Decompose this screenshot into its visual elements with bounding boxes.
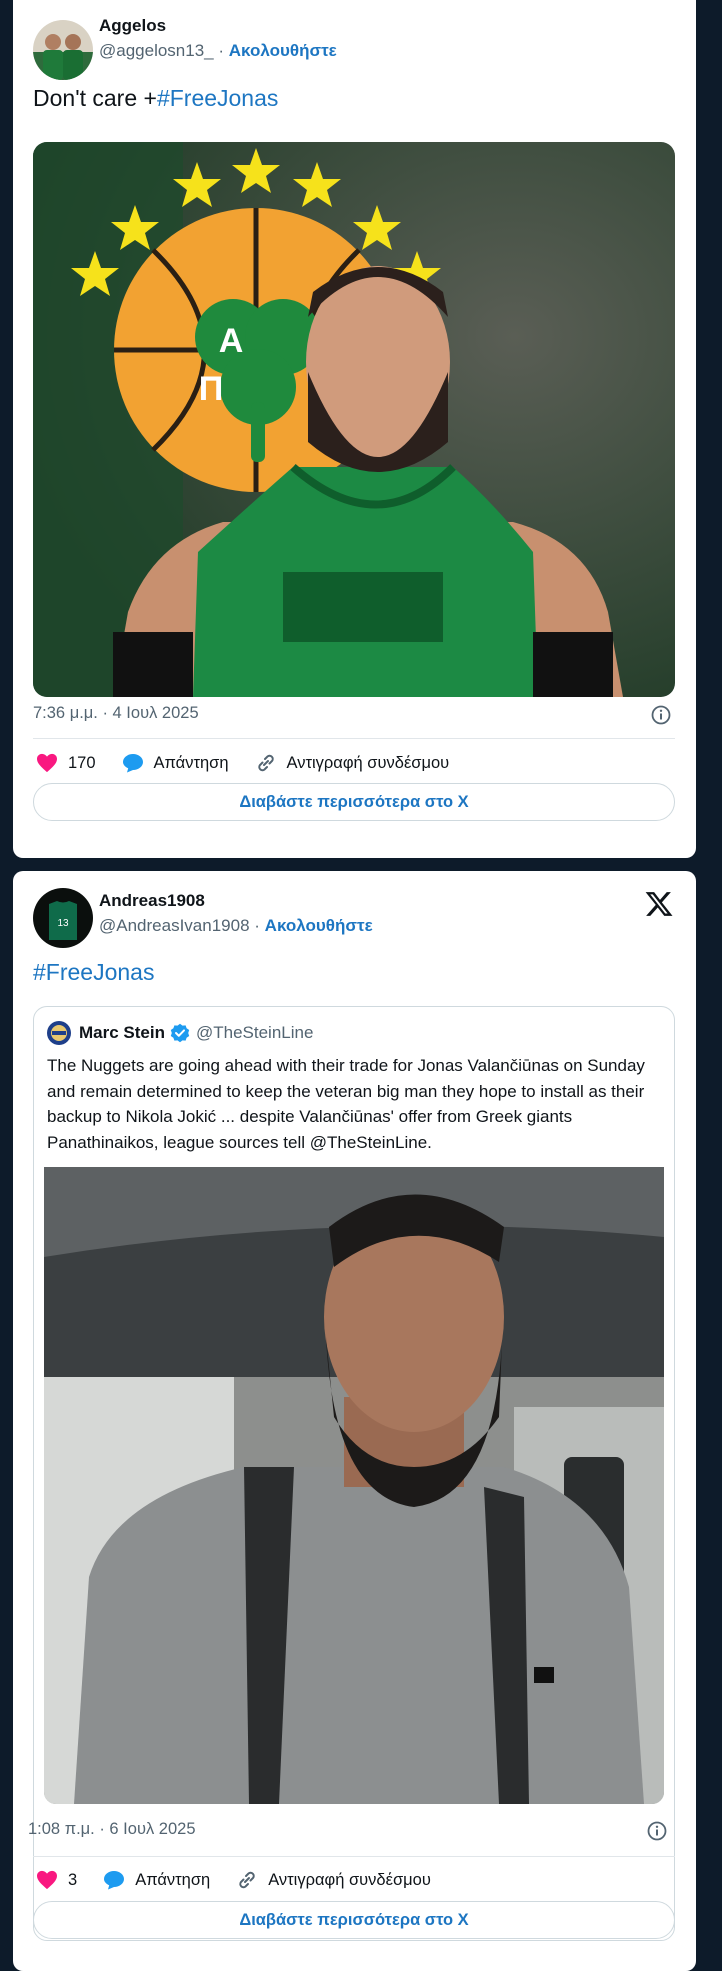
info-icon[interactable] bbox=[647, 1821, 667, 1841]
hashtag-link[interactable]: #FreeJonas bbox=[33, 959, 154, 985]
link-icon bbox=[257, 754, 274, 772]
copy-link-label: Αντιγραφή συνδέσμου bbox=[286, 753, 450, 772]
tweet-timestamp[interactable]: 1:08 π.μ. · 6 Ιουλ 2025 bbox=[28, 1820, 196, 1839]
copy-link-button[interactable]: Αντιγραφή συνδέσμου bbox=[255, 752, 450, 774]
separator-dot: · bbox=[218, 41, 225, 60]
svg-text:13: 13 bbox=[57, 918, 69, 929]
reply-button[interactable]: Απάντηση bbox=[122, 753, 229, 773]
copy-link-label: Αντιγραφή συνδέσμου bbox=[268, 1870, 431, 1889]
separator-dot: · bbox=[254, 916, 260, 935]
read-more-button[interactable]: Διαβάστε περισσότερα στο X bbox=[33, 1901, 675, 1939]
author-name[interactable]: Andreas1908 bbox=[99, 891, 205, 911]
actions-row: 170 Απάντηση Αντιγραφή συνδέσμου bbox=[36, 749, 475, 777]
tweet-card-aggelos: Aggelos @aggelosn13_ · Ακολουθήστε Don't… bbox=[13, 0, 696, 858]
tweet-text-body: Don't care + bbox=[33, 85, 157, 111]
tweet-timestamp[interactable]: 7:36 μ.μ. · 4 Ιουλ 2025 bbox=[33, 704, 199, 723]
divider bbox=[33, 1856, 675, 1857]
reply-button[interactable]: Απάντηση bbox=[103, 1870, 210, 1890]
link-icon bbox=[239, 1871, 255, 1889]
x-logo-icon[interactable] bbox=[644, 889, 674, 919]
quoted-tweet[interactable]: Marc Stein @TheSteinLine The Nuggets are… bbox=[33, 1006, 675, 1941]
reply-bubble-icon bbox=[104, 1871, 125, 1890]
actions-row: 3 Απάντηση Αντιγραφή συνδέσμου bbox=[36, 1866, 457, 1894]
quoted-author-name: Marc Stein bbox=[79, 1023, 165, 1042]
tweet-image[interactable]: Α Π bbox=[33, 142, 675, 697]
author-handle[interactable]: @AndreasIvan1908 bbox=[99, 916, 250, 935]
heart-icon bbox=[37, 1870, 57, 1890]
like-button[interactable]: 170 bbox=[36, 753, 96, 773]
like-count: 170 bbox=[68, 753, 96, 772]
quoted-image[interactable] bbox=[44, 1167, 664, 1804]
follow-link[interactable]: Ακολουθήστε bbox=[265, 916, 373, 935]
quoted-author-handle: @TheSteinLine bbox=[195, 1023, 314, 1042]
like-count: 3 bbox=[68, 1870, 78, 1889]
info-icon[interactable] bbox=[651, 705, 671, 725]
read-more-button[interactable]: Διαβάστε περισσότερα στο X bbox=[33, 783, 675, 821]
quoted-header: Marc Stein @TheSteinLine bbox=[47, 1021, 313, 1045]
follow-link[interactable]: Ακολουθήστε bbox=[229, 41, 337, 60]
avatar[interactable]: 13 bbox=[33, 888, 93, 948]
tweet-text: #FreeJonas bbox=[33, 959, 154, 986]
author-handle[interactable]: @aggelosn13_ bbox=[99, 41, 214, 60]
avatar[interactable] bbox=[33, 20, 93, 80]
tweet-text: Don't care +#FreeJonas bbox=[33, 85, 278, 112]
heart-icon bbox=[37, 753, 57, 773]
reply-label: Απάντηση bbox=[153, 753, 229, 772]
reply-label: Απάντηση bbox=[135, 1870, 211, 1889]
reply-bubble-icon bbox=[122, 754, 143, 773]
quoted-text: The Nuggets are going ahead with their t… bbox=[47, 1056, 645, 1152]
logo-letter-a: Α bbox=[219, 322, 244, 360]
hashtag-link[interactable]: #FreeJonas bbox=[157, 85, 278, 111]
like-button[interactable]: 3 bbox=[36, 1870, 77, 1890]
logo-letter-p: Π bbox=[199, 370, 224, 408]
copy-link-button[interactable]: Αντιγραφή συνδέσμου bbox=[236, 1869, 431, 1891]
quoted-avatar bbox=[47, 1021, 71, 1045]
author-handle-line: @AndreasIvan1908 · Ακολουθήστε bbox=[99, 916, 373, 936]
verified-badge-icon bbox=[170, 1023, 190, 1043]
author-handle-line: @aggelosn13_ · Ακολουθήστε bbox=[99, 41, 337, 61]
tweet-card-andreas: 13 Andreas1908 @AndreasIvan1908 · Ακολου… bbox=[13, 871, 696, 1971]
author-name[interactable]: Aggelos bbox=[99, 16, 166, 36]
divider bbox=[33, 738, 675, 739]
